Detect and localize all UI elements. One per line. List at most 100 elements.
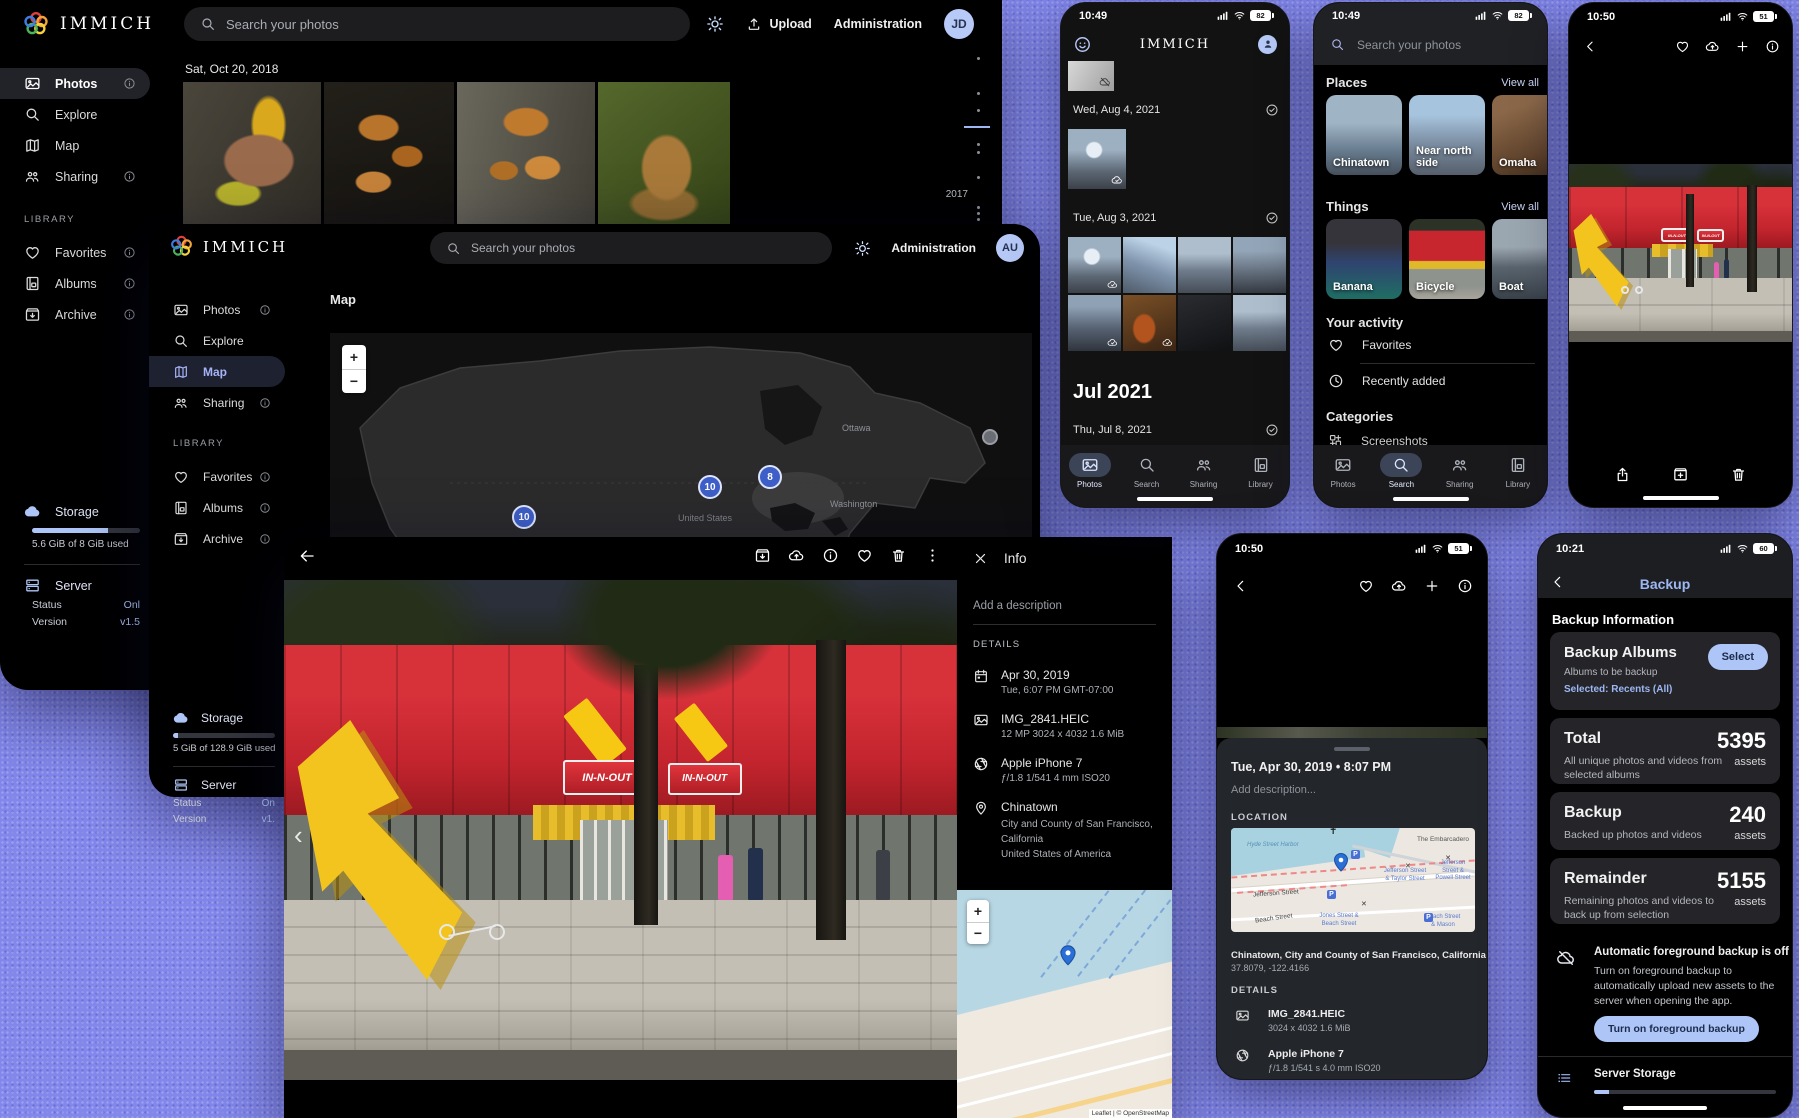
nav-photos[interactable]: Photos: [1064, 453, 1116, 489]
thing-card-boat[interactable]: Boat: [1492, 219, 1548, 299]
favorite-button[interactable]: [856, 547, 873, 564]
search-input[interactable]: Search your photos: [430, 232, 832, 264]
info-icon[interactable]: [123, 170, 136, 183]
photo-thumbnail[interactable]: [1233, 237, 1286, 293]
nav-library[interactable]: Library: [1492, 453, 1544, 489]
select-albums-button[interactable]: Select: [1708, 644, 1768, 670]
back-button[interactable]: [1233, 578, 1249, 594]
search-input[interactable]: Search your photos: [184, 7, 690, 41]
zoom-in-button[interactable]: +: [342, 345, 366, 370]
select-all-icon[interactable]: [1265, 211, 1279, 225]
avatar[interactable]: [1258, 35, 1277, 54]
photo-thumbnail[interactable]: [1123, 237, 1176, 293]
select-all-icon[interactable]: [1265, 103, 1279, 117]
info-button[interactable]: [822, 547, 839, 564]
home-indicator[interactable]: [1623, 1106, 1707, 1110]
view-all-link[interactable]: View all: [1501, 201, 1539, 213]
archive-button[interactable]: [1672, 466, 1689, 483]
select-all-icon[interactable]: [1265, 423, 1279, 437]
home-indicator[interactable]: [1643, 496, 1719, 500]
info-icon[interactable]: [123, 77, 136, 90]
sidebar-item-photos[interactable]: Photos: [0, 68, 150, 99]
view-all-link[interactable]: View all: [1501, 77, 1539, 89]
zoom-out-button[interactable]: −: [967, 923, 989, 945]
home-indicator[interactable]: [1393, 497, 1469, 501]
favorite-button[interactable]: [1358, 578, 1374, 594]
info-button[interactable]: [1457, 578, 1473, 594]
sidebar-item-archive[interactable]: Archive: [0, 299, 150, 330]
thing-card-banana[interactable]: Banana: [1326, 219, 1402, 299]
nav-search[interactable]: Search: [1375, 453, 1427, 489]
sidebar-item-albums[interactable]: Albums: [149, 492, 285, 523]
back-button[interactable]: [1583, 39, 1598, 54]
photo-in-n-out[interactable]: IN-N-OUT IN-N-OUT: [1569, 164, 1793, 342]
photo-thumbnail[interactable]: [457, 82, 595, 225]
info-icon[interactable]: [123, 308, 136, 321]
sidebar-item-favorites[interactable]: Favorites: [0, 237, 150, 268]
photo-thumbnail[interactable]: [1178, 295, 1231, 351]
photo-thumbnail[interactable]: [598, 82, 730, 225]
map-cluster-marker[interactable]: 10: [512, 505, 536, 529]
timeline-position-marker[interactable]: [964, 126, 990, 128]
previous-photo-button[interactable]: ‹: [294, 820, 303, 851]
nav-photos[interactable]: Photos: [1317, 453, 1369, 489]
face-icon[interactable]: [1073, 35, 1092, 54]
sidebar-item-explore[interactable]: Explore: [0, 99, 150, 130]
add-button[interactable]: [1424, 578, 1440, 594]
administration-link[interactable]: Administration: [834, 17, 922, 31]
sidebar-item-favorites[interactable]: Favorites: [149, 461, 285, 492]
info-icon[interactable]: [259, 471, 271, 483]
photo-edge-sliver[interactable]: [1217, 727, 1487, 738]
cloud-upload-button[interactable]: [1391, 578, 1407, 594]
sheet-drag-handle[interactable]: [1334, 747, 1370, 751]
info-icon[interactable]: [123, 246, 136, 259]
zoom-out-button[interactable]: −: [342, 370, 366, 394]
info-icon[interactable]: [259, 533, 271, 545]
archive-button[interactable]: [754, 547, 771, 564]
sidebar-item-photos[interactable]: Photos: [149, 294, 285, 325]
sidebar-item-explore[interactable]: Explore: [149, 325, 285, 356]
sidebar-item-albums[interactable]: Albums: [0, 268, 150, 299]
photo-thumbnail[interactable]: [1123, 295, 1176, 351]
close-icon[interactable]: [973, 551, 988, 566]
sidebar-item-archive[interactable]: Archive: [149, 523, 285, 554]
location-map[interactable]: Hyde Street Harbor The Embarcadero Jeffe…: [1231, 828, 1475, 932]
info-icon[interactable]: [259, 397, 271, 409]
search-input[interactable]: Search your photos: [1330, 37, 1461, 52]
photo-thumbnail[interactable]: [1068, 237, 1121, 293]
more-options-button[interactable]: [924, 547, 941, 564]
sidebar-item-sharing[interactable]: Sharing: [0, 161, 150, 192]
turn-on-foreground-backup-button[interactable]: Turn on foreground backup: [1594, 1016, 1759, 1042]
add-description-field[interactable]: Add a description: [957, 566, 1172, 612]
photo-thumbnail[interactable]: [1233, 295, 1286, 351]
info-icon[interactable]: [123, 277, 136, 290]
delete-button[interactable]: [890, 547, 907, 564]
add-description-field[interactable]: Add description...: [1231, 784, 1316, 796]
favorite-button[interactable]: [1675, 39, 1690, 54]
map-cluster-marker[interactable]: 8: [758, 465, 782, 489]
home-indicator[interactable]: [1137, 497, 1213, 501]
theme-toggle-button[interactable]: [706, 15, 724, 33]
photo-in-n-out[interactable]: IN-N-OUT IN-N-OUT ‹: [284, 580, 957, 1080]
sidebar-item-map[interactable]: Map: [0, 130, 150, 161]
nav-search[interactable]: Search: [1121, 453, 1173, 489]
recently-added-row[interactable]: Recently added: [1328, 373, 1445, 389]
location-map[interactable]: + − Leaflet | © OpenStreetMap: [957, 890, 1172, 1118]
photo-thumbnail[interactable]: [1068, 61, 1114, 91]
info-button[interactable]: [1765, 39, 1780, 54]
photo-thumbnail[interactable]: [183, 82, 321, 225]
place-card-chinatown[interactable]: Chinatown: [1326, 95, 1402, 175]
place-card-omaha[interactable]: Omaha: [1492, 95, 1548, 175]
avatar[interactable]: JD: [944, 9, 974, 39]
map-zoom-control[interactable]: + −: [967, 900, 989, 944]
place-card-near-north-side[interactable]: Near north side: [1409, 95, 1485, 175]
favorites-row[interactable]: Favorites: [1328, 337, 1411, 353]
cloud-upload-button[interactable]: [1705, 39, 1720, 54]
photo-thumbnail[interactable]: [1068, 129, 1126, 189]
nav-sharing[interactable]: Sharing: [1434, 453, 1486, 489]
photo-thumbnail[interactable]: [1068, 295, 1121, 351]
upload-button[interactable]: Upload: [746, 16, 811, 32]
thing-card-bicycle[interactable]: Bicycle: [1409, 219, 1485, 299]
photo-thumbnail[interactable]: [1178, 237, 1231, 293]
administration-link[interactable]: Administration: [891, 241, 976, 255]
